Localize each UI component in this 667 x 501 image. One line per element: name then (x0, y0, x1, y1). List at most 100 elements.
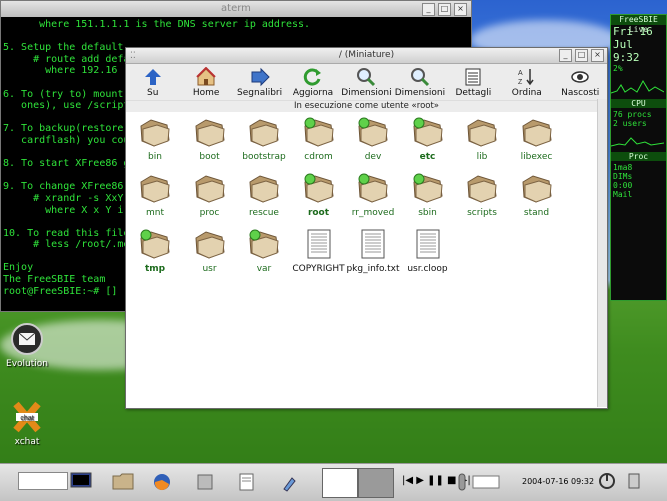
toolbar-button-dettagli[interactable]: Dettagli (447, 64, 500, 100)
taskbar-clock[interactable]: 2004-07-16 09:32 (522, 477, 594, 486)
toolbar-button-ordina[interactable]: A Z Ordina (500, 64, 553, 100)
item-label: tmp (144, 264, 166, 274)
folder-item[interactable]: mnt (128, 172, 182, 218)
folder-icon (303, 117, 334, 147)
toolbar-label: Ordina (511, 88, 542, 98)
svg-text:Z: Z (518, 79, 523, 86)
pager-desktop-1[interactable] (322, 468, 358, 498)
folder-icon (467, 175, 497, 203)
folder-icon (194, 175, 225, 203)
up-arrow-icon (144, 69, 161, 85)
xchat-icon: chat (13, 401, 41, 433)
folder-item[interactable]: proc (183, 172, 237, 218)
monitor-date: Fri 16 Jul (613, 25, 653, 51)
folder-icon (249, 229, 279, 259)
file-manager-titlebar[interactable]: ⁚⁚ / (Miniature) _ □ × (126, 48, 607, 64)
power-icon (599, 473, 615, 489)
folder-icon (249, 175, 279, 203)
close-button[interactable]: × (591, 49, 604, 62)
folder-item[interactable]: tmp (128, 228, 182, 274)
folder-item[interactable]: bootstrap (237, 116, 291, 162)
terminal-line: where 192.16 (3, 65, 118, 77)
desktop-icon-evolution[interactable]: Evolution (0, 322, 54, 369)
file-item[interactable]: usr.cloop (401, 228, 455, 274)
item-label: cdrom (304, 152, 333, 162)
folder-item[interactable]: boot (183, 116, 237, 162)
item-label: libexec (520, 152, 553, 162)
power-button[interactable] (598, 472, 616, 493)
scrollbar[interactable] (597, 99, 607, 407)
terminal-line: 5. Setup the default (3, 42, 124, 54)
folder-icon (112, 473, 134, 490)
document-icon (361, 229, 385, 259)
folder-item[interactable]: libexec (510, 116, 564, 162)
item-label: bin (148, 152, 162, 162)
refresh-icon (303, 68, 322, 86)
file-manager-launcher[interactable] (112, 472, 134, 493)
file-item[interactable]: COPYRIGHT (292, 228, 346, 274)
folder-item[interactable]: dev (346, 116, 400, 162)
folder-icon (303, 173, 334, 203)
toolbar-label: Aggiorna (292, 88, 334, 98)
folder-item[interactable]: scripts (455, 172, 509, 218)
run-command-input[interactable] (18, 472, 68, 490)
pager-desktop-2[interactable] (358, 468, 394, 498)
folder-item[interactable]: root (292, 172, 346, 218)
item-label: COPYRIGHT (292, 264, 345, 274)
folder-item[interactable]: stand (510, 172, 564, 218)
terminal-icon (70, 472, 92, 488)
cpu-label: CPU (611, 99, 666, 108)
settings-launcher[interactable] (195, 472, 215, 495)
item-label: rescue (249, 208, 279, 218)
svg-text:chat: chat (20, 415, 33, 422)
toolbar-button-aggiorna[interactable]: Aggiorna (286, 64, 339, 100)
folder-item[interactable]: cdrom (292, 116, 346, 162)
browser-launcher[interactable] (152, 472, 172, 495)
details-icon (465, 68, 481, 86)
grip-icon: ⁚⁚ (130, 51, 136, 61)
folder-item[interactable]: var (237, 228, 291, 274)
toolbar-button-nascosti[interactable]: Nascosti (554, 64, 607, 100)
terminal-launcher[interactable] (70, 472, 92, 493)
item-label: stand (523, 208, 550, 218)
terminal-titlebar[interactable]: aterm _ □ × (1, 1, 471, 17)
volume-control[interactable] (455, 472, 469, 495)
network-monitor[interactable] (472, 472, 500, 495)
zoom-in-icon (357, 68, 376, 87)
desktop-icon-label: xchat (14, 437, 40, 447)
terminal-line: cardflash) you cou (3, 134, 130, 146)
folder-item[interactable]: rr_moved (346, 172, 400, 218)
monitor-time: 9:32 (613, 51, 640, 64)
minimize-button[interactable]: _ (559, 49, 572, 62)
file-item[interactable]: pkg_info.txt (346, 228, 400, 274)
folder-item[interactable]: lib (455, 116, 509, 162)
terminal-title: aterm (221, 3, 251, 14)
toolbar-button-home[interactable]: Home (179, 64, 232, 100)
maximize-button[interactable]: □ (575, 49, 588, 62)
file-manager-window[interactable]: ⁚⁚ / (Miniature) _ □ × Su Home Segnalibri A… (125, 47, 608, 409)
mem-readout-1: 1ma8 (613, 163, 633, 172)
logout-button[interactable] (626, 472, 644, 493)
toolbar-label: Su (147, 88, 159, 98)
toolbar-button-dimensioni[interactable]: Dimensioni (393, 64, 446, 100)
desktop-icon-xchat[interactable]: chat xchat (0, 400, 54, 447)
terminal-line: where X x Y i (3, 204, 124, 216)
maximize-button[interactable]: □ (438, 3, 451, 16)
folder-item[interactable]: usr (183, 228, 237, 274)
folder-item[interactable]: sbin (401, 172, 455, 218)
terminal-line: The FreeSBIE team (3, 274, 106, 286)
folder-item[interactable]: rescue (237, 172, 291, 218)
taskbar: |◀ ▶ ❚❚ ■ ▶| 2004-07-16 09:32 (0, 463, 667, 501)
mail-readout: Mail (613, 190, 633, 199)
folder-item[interactable]: bin (128, 116, 182, 162)
close-button[interactable]: × (454, 3, 467, 16)
toolbar-button-dimensioni[interactable]: Dimensioni (340, 64, 393, 100)
editor-icon (239, 473, 254, 491)
toolbar-button-su[interactable]: Su (126, 64, 179, 100)
minimize-button[interactable]: _ (422, 3, 435, 16)
toolbar-button-segnalibri[interactable]: Segnalibri (233, 64, 286, 100)
editor-launcher[interactable] (237, 472, 257, 495)
item-label: boot (199, 152, 220, 162)
folder-item[interactable]: etc (401, 116, 455, 162)
cleaner-launcher[interactable] (280, 472, 300, 495)
